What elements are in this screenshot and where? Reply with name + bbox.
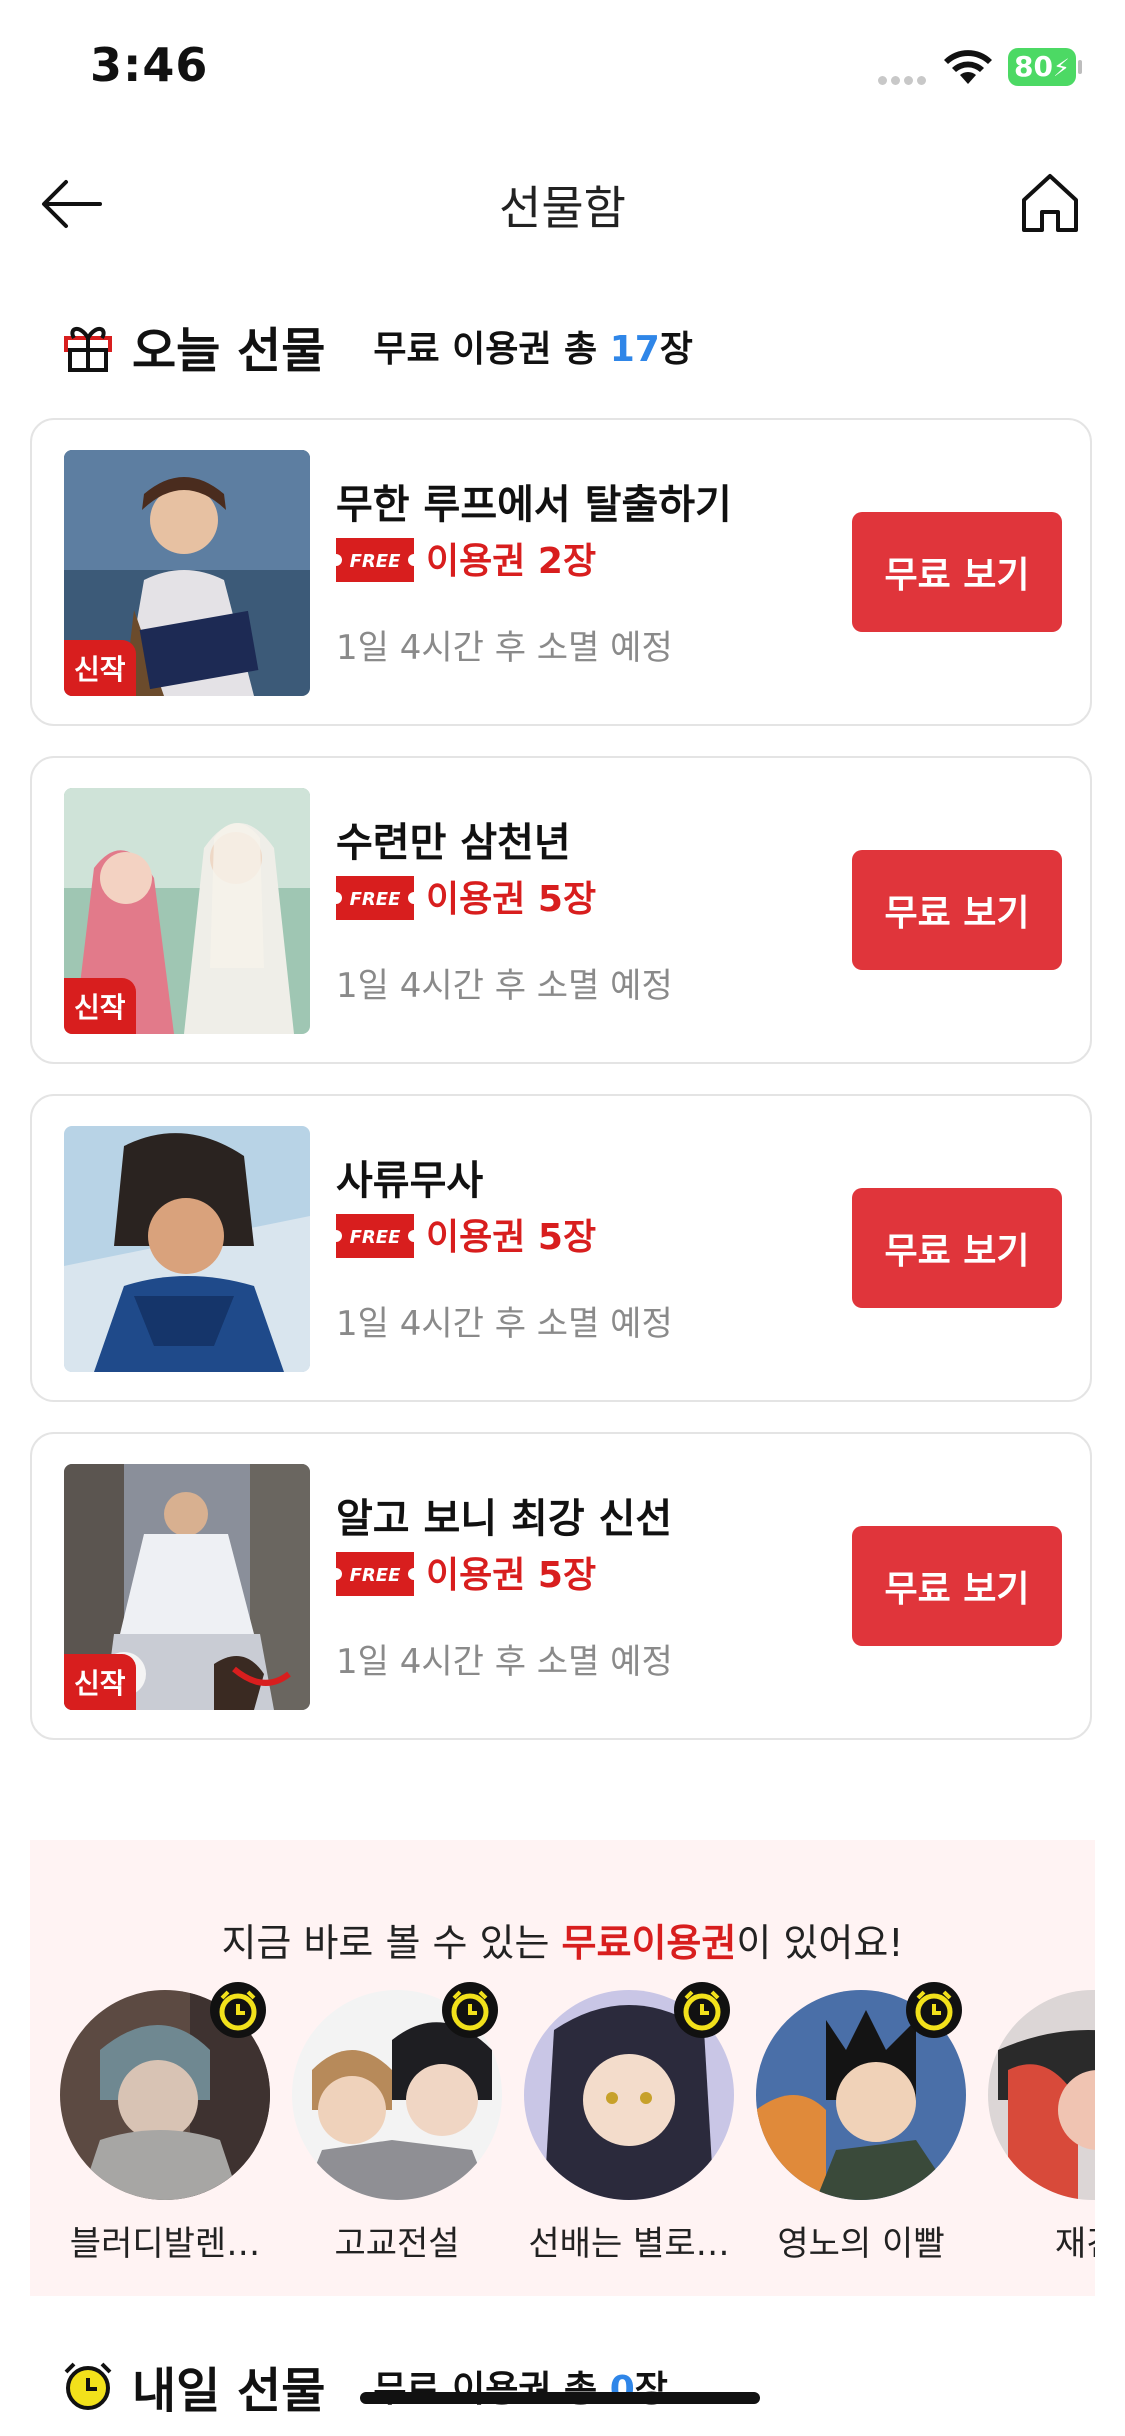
ticket-count: 이용권 5장	[426, 1217, 597, 1258]
comic-thumbnail	[64, 1126, 310, 1372]
battery-indicator: 80⚡	[1008, 48, 1082, 86]
clock-icon	[210, 1982, 266, 2038]
gift-card[interactable]: 신작 수련만 삼천년 FREE 이용권 5장 1일 4시간 후 소멸 예정 무료…	[30, 756, 1092, 1064]
gift-card[interactable]: 신작 알고 보니 최강 신선 FREE 이용권 5장 1일 4시간 후 소멸 예…	[30, 1432, 1092, 1740]
free-view-button[interactable]: 무료 보기	[852, 1526, 1062, 1646]
section-title: 내일 선물	[132, 2363, 326, 2419]
gift-icon	[64, 327, 112, 372]
promo-text-before: 지금 바로 볼 수 있는	[221, 1921, 562, 1965]
free-tag-icon: FREE	[336, 1552, 414, 1596]
promo-item[interactable]: 블러디발렌…	[60, 1980, 270, 2280]
comic-title: 알고 보니 최강 신선	[336, 1496, 673, 1542]
free-tag-label: FREE	[350, 551, 401, 572]
comic-title: 수련만 삼천년	[336, 820, 571, 866]
promo-carousel[interactable]: 블러디발렌… 고교전설 선배는 별로… 영노의 이빨 재	[30, 1980, 1095, 2280]
ticket-total: 무료 이용권 총 0장	[373, 2360, 668, 2412]
comic-thumbnail: 신작	[64, 788, 310, 1034]
free-tag-icon: FREE	[336, 538, 414, 582]
free-ticket-promo: 지금 바로 볼 수 있는 무료이용권이 있어요! 블러디발렌… 고교전설 선배는…	[30, 1840, 1095, 2296]
page-title: 선물함	[499, 181, 626, 235]
promo-highlight: 무료이용권	[561, 1921, 737, 1965]
free-tag-label: FREE	[350, 889, 401, 910]
home-icon[interactable]	[1016, 168, 1084, 238]
clock-icon	[906, 1982, 962, 2038]
status-bar: 3:46 80⚡	[0, 0, 1125, 140]
gift-card[interactable]: 신작 무한 루프에서 탈출하기 FREE 이용권 2장 1일 4시간 후 소멸 …	[30, 418, 1092, 726]
battery-level: 80	[1014, 50, 1053, 83]
promo-item[interactable]: 재건!	[988, 1980, 1095, 2280]
wifi-icon	[944, 50, 992, 84]
expire-text: 1일 4시간 후 소멸 예정	[336, 1304, 673, 1344]
promo-item[interactable]: 선배는 별로…	[524, 1980, 734, 2280]
comic-name: 영노의 이빨	[777, 2224, 945, 2264]
comic-name: 고교전설	[334, 2224, 460, 2264]
ticket-total-label: 무료 이용권 총	[373, 329, 610, 370]
new-badge: 신작	[64, 978, 136, 1034]
expire-text: 1일 4시간 후 소멸 예정	[336, 628, 673, 668]
top-nav-bar: 선물함	[0, 150, 1125, 260]
section-title: 오늘 선물	[132, 323, 326, 379]
promo-item[interactable]: 영노의 이빨	[756, 1980, 966, 2280]
ticket-total: 무료 이용권 총 17장	[373, 320, 693, 372]
free-tag-icon: FREE	[336, 1214, 414, 1258]
ticket-count: 이용권 2장	[426, 541, 597, 582]
free-tag-label: FREE	[350, 1565, 401, 1586]
ticket-count: 이용권 5장	[426, 1555, 597, 1596]
comic-name: 재건!	[1054, 2224, 1095, 2264]
expire-text: 1일 4시간 후 소멸 예정	[336, 1642, 673, 1682]
today-gift-header: 오늘 선물 무료 이용권 총 17장	[60, 306, 693, 386]
alarm-clock-icon	[64, 2362, 112, 2410]
comic-thumbnail: 신작	[64, 1464, 310, 1710]
promo-item[interactable]: 고교전설	[292, 1980, 502, 2280]
promo-text-after: 이 있어요!	[736, 1921, 904, 1965]
new-badge: 신작	[64, 1654, 136, 1710]
signal-icon	[878, 70, 930, 89]
tomorrow-gift-header: 내일 선물 무료 이용권 총 0장	[60, 2346, 668, 2426]
gift-card[interactable]: 사류무사 FREE 이용권 5장 1일 4시간 후 소멸 예정 무료 보기	[30, 1094, 1092, 1402]
status-time: 3:46	[90, 38, 209, 92]
home-indicator[interactable]	[360, 2392, 760, 2404]
clock-icon	[442, 1982, 498, 2038]
comic-title: 사류무사	[336, 1158, 484, 1204]
comic-title: 무한 루프에서 탈출하기	[336, 482, 732, 528]
free-view-button[interactable]: 무료 보기	[852, 1188, 1062, 1308]
clock-icon	[674, 1982, 730, 2038]
expire-text: 1일 4시간 후 소멸 예정	[336, 966, 673, 1006]
promo-text: 지금 바로 볼 수 있는 무료이용권이 있어요!	[30, 1912, 1095, 1967]
ticket-count: 이용권 5장	[426, 879, 597, 920]
comic-thumbnail: 신작	[64, 450, 310, 696]
comic-name: 선배는 별로…	[528, 2224, 730, 2264]
ticket-total-count: 17	[609, 329, 660, 370]
new-badge: 신작	[64, 640, 136, 696]
comic-avatar	[988, 1990, 1095, 2200]
comic-name: 블러디발렌…	[69, 2224, 261, 2264]
free-view-button[interactable]: 무료 보기	[852, 850, 1062, 970]
ticket-total-unit: 장	[659, 329, 693, 370]
free-view-button[interactable]: 무료 보기	[852, 512, 1062, 632]
free-tag-icon: FREE	[336, 876, 414, 920]
free-tag-label: FREE	[350, 1227, 401, 1248]
